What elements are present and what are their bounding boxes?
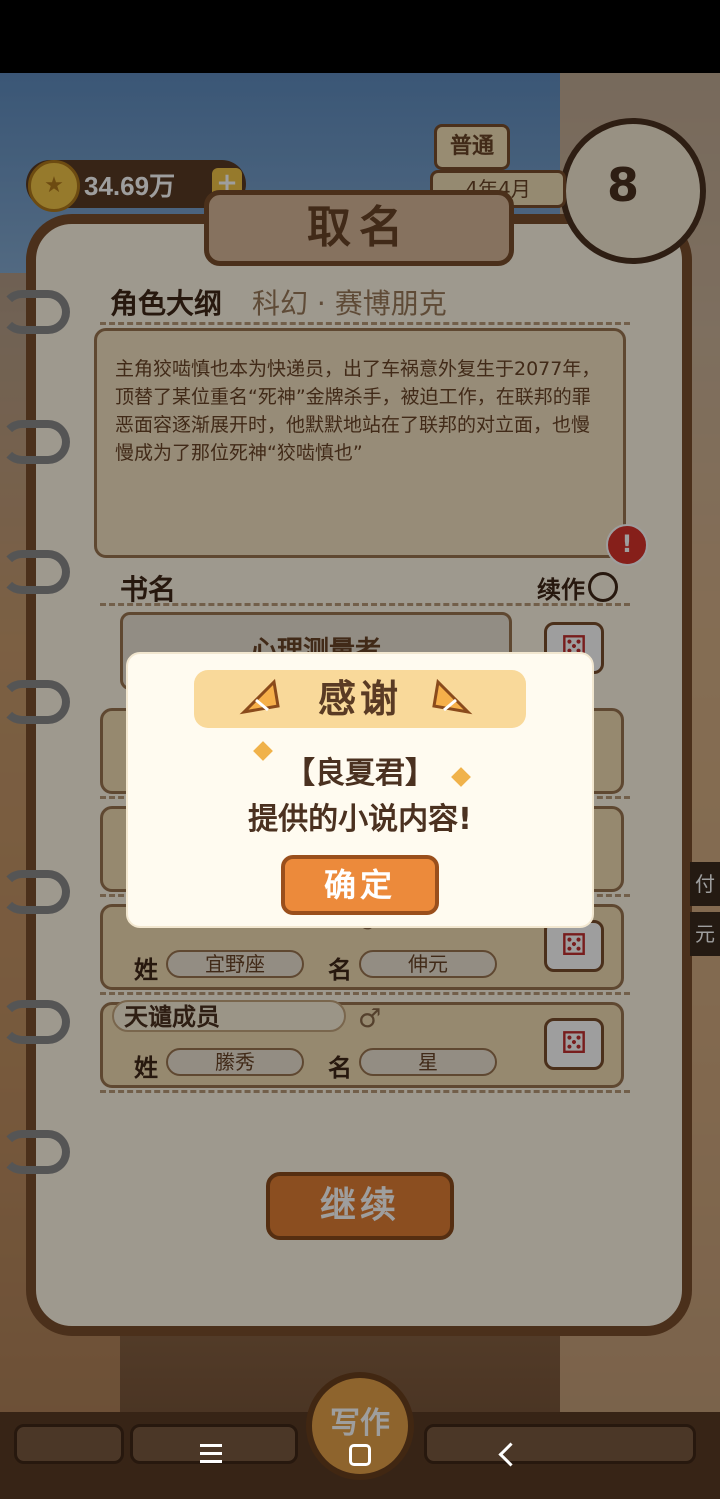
dialog-message: 提供的小说内容! <box>248 802 472 837</box>
home-icon[interactable] <box>349 1444 371 1466</box>
menu-icon[interactable] <box>200 1444 222 1468</box>
party-popper-icon <box>239 678 280 715</box>
confirm-button[interactable]: 确定 <box>281 855 439 915</box>
author-name: 【良夏君】 <box>285 756 435 791</box>
party-popper-icon <box>432 678 473 715</box>
